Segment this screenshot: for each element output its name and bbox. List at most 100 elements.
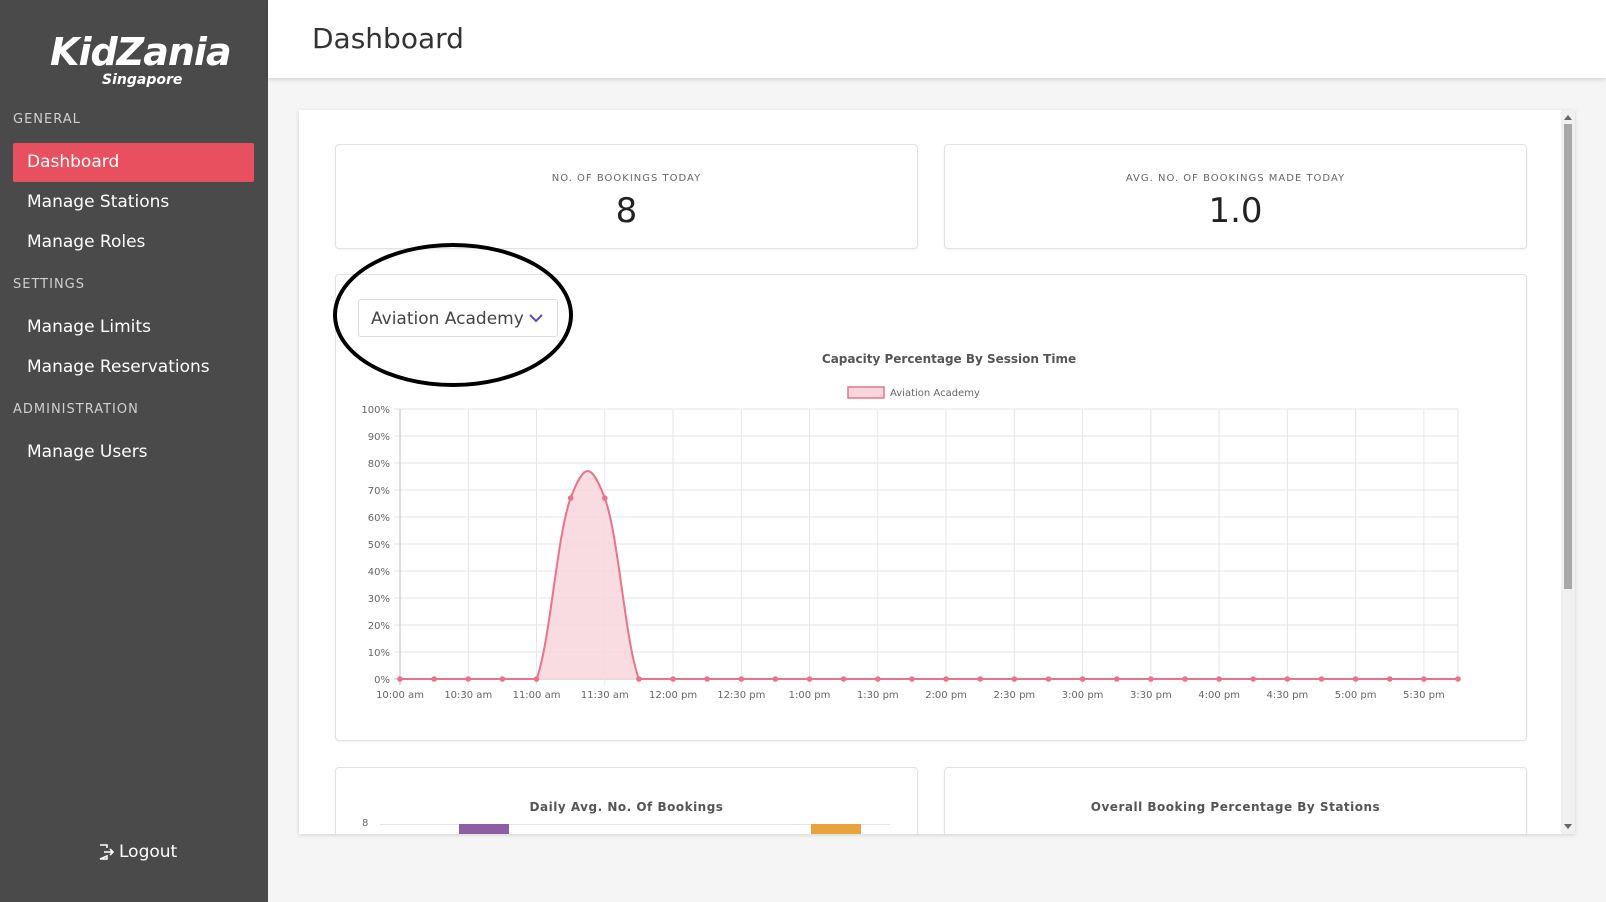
data-point xyxy=(1386,676,1393,682)
x-tick-label: 4:00 pm xyxy=(1198,690,1240,701)
section-label-general: GENERAL xyxy=(13,112,81,127)
y-tick-label: 90% xyxy=(368,432,390,443)
data-point xyxy=(465,676,472,682)
overall-percentage-title: Overall Booking Percentage By Stations xyxy=(1090,800,1381,814)
scroll-down-arrow[interactable] xyxy=(1564,824,1572,829)
logout-label: Logout xyxy=(119,842,178,862)
daily-avg-bar-2 xyxy=(811,824,861,834)
logout-button[interactable]: Logout xyxy=(98,842,177,862)
y-tick-label: 80% xyxy=(368,459,390,470)
x-tick-label: 2:30 pm xyxy=(993,690,1035,701)
kidzania-logo: KidZania Singapore xyxy=(50,30,232,92)
overall-percentage-card: Overall Booking Percentage By Stations xyxy=(944,767,1527,834)
daily-avg-card: Daily Avg. No. Of Bookings 8 xyxy=(335,767,918,834)
bookings-today-card: NO. OF BOOKINGS TODAY 8 xyxy=(335,144,918,249)
data-point xyxy=(1318,676,1325,682)
panel-scrollbar[interactable] xyxy=(1561,110,1575,834)
data-point xyxy=(636,676,642,682)
data-point xyxy=(1284,676,1291,682)
capacity-chart-card: Aviation Academy Capacity Percentage By … xyxy=(335,274,1527,741)
data-point xyxy=(772,676,779,682)
data-point xyxy=(1113,676,1120,682)
bookings-today-value: 8 xyxy=(615,191,638,231)
daily-avg-title: Daily Avg. No. Of Bookings xyxy=(529,800,724,814)
logo-sub-text: Singapore xyxy=(102,72,183,88)
x-tick-label: 10:00 am xyxy=(376,690,424,701)
avg-bookings-value: 1.0 xyxy=(1208,191,1263,231)
x-tick-label: 1:00 pm xyxy=(789,690,831,701)
data-point xyxy=(533,676,540,682)
sidebar-item-manage-users[interactable]: Manage Users xyxy=(13,433,254,472)
x-tick-label: 5:30 pm xyxy=(1403,690,1445,701)
data-point xyxy=(499,676,506,682)
data-point xyxy=(1011,676,1018,682)
scroll-thumb[interactable] xyxy=(1564,124,1572,589)
legend-label: Aviation Academy xyxy=(890,388,980,399)
sidebar-item-dashboard[interactable]: Dashboard xyxy=(13,143,254,182)
data-point xyxy=(1182,676,1188,682)
x-tick-label: 11:00 am xyxy=(513,690,561,701)
y-tick-label: 40% xyxy=(368,567,390,578)
sidebar-item-manage-stations[interactable]: Manage Stations xyxy=(13,183,254,222)
station-select[interactable]: Aviation Academy xyxy=(358,299,558,337)
legend-swatch xyxy=(847,386,885,399)
section-label-administration: ADMINISTRATION xyxy=(13,402,139,417)
data-point xyxy=(1148,676,1154,682)
dashboard-panel: NO. OF BOOKINGS TODAY 8 AVG. NO. OF BOOK… xyxy=(299,110,1575,834)
y-tick-label: 50% xyxy=(368,540,390,551)
sidebar-item-manage-roles[interactable]: Manage Roles xyxy=(13,223,254,262)
data-point xyxy=(601,495,608,501)
data-point xyxy=(1045,676,1052,682)
data-point xyxy=(806,676,813,682)
avg-bookings-card: AVG. NO. OF BOOKINGS MADE TODAY 1.0 xyxy=(944,144,1527,249)
data-point xyxy=(1216,676,1222,682)
chevron-down-icon xyxy=(529,314,543,323)
logo-main-text: KidZania xyxy=(50,30,232,74)
data-point xyxy=(943,676,949,682)
x-tick-label: 11:30 am xyxy=(581,690,629,701)
y-tick-label: 30% xyxy=(368,594,390,605)
station-select-value: Aviation Academy xyxy=(371,309,524,329)
x-tick-label: 3:30 pm xyxy=(1130,690,1172,701)
y-tick-label: 0% xyxy=(374,675,390,686)
data-point xyxy=(670,676,676,682)
x-tick-label: 1:30 pm xyxy=(857,690,899,701)
y-tick-label: 70% xyxy=(368,486,390,497)
x-tick-label: 3:00 pm xyxy=(1062,690,1104,701)
chart-title: Capacity Percentage By Session Time xyxy=(822,352,1076,366)
x-tick-label: 12:00 pm xyxy=(649,690,697,701)
x-tick-label: 2:00 pm xyxy=(925,690,967,701)
x-tick-label: 10:30 am xyxy=(444,690,492,701)
data-point xyxy=(1250,676,1257,682)
sidebar-item-manage-limits[interactable]: Manage Limits xyxy=(13,308,254,347)
data-point xyxy=(704,676,710,682)
data-point xyxy=(977,676,983,682)
data-point xyxy=(1352,676,1359,682)
y-tick-label: 60% xyxy=(368,513,390,524)
data-point xyxy=(909,676,915,682)
logout-icon xyxy=(99,844,114,860)
data-point xyxy=(1079,676,1086,682)
daily-avg-y-tick: 8 xyxy=(362,818,369,829)
data-point xyxy=(567,495,574,501)
data-point xyxy=(1455,676,1461,682)
sidebar: KidZania Singapore GENERAL Dashboard Man… xyxy=(0,0,268,902)
sidebar-item-manage-reservations[interactable]: Manage Reservations xyxy=(13,348,254,387)
data-point xyxy=(1421,676,1427,682)
y-tick-label: 20% xyxy=(368,621,390,632)
y-tick-label: 100% xyxy=(361,405,390,416)
scroll-up-arrow[interactable] xyxy=(1564,115,1572,120)
data-point xyxy=(738,676,745,682)
capacity-chart: Capacity Percentage By Session Time Aviat… xyxy=(361,352,1461,701)
section-label-settings: SETTINGS xyxy=(13,277,86,292)
x-tick-label: 4:30 pm xyxy=(1266,690,1308,701)
x-tick-label: 5:00 pm xyxy=(1335,690,1377,701)
data-point xyxy=(875,676,881,682)
y-tick-label: 10% xyxy=(368,648,390,659)
data-point xyxy=(397,676,403,682)
series-area xyxy=(400,470,1458,679)
data-point xyxy=(840,676,847,682)
daily-avg-bar-1 xyxy=(459,824,509,834)
data-point xyxy=(431,676,437,682)
avg-bookings-label: AVG. NO. OF BOOKINGS MADE TODAY xyxy=(1125,173,1346,184)
